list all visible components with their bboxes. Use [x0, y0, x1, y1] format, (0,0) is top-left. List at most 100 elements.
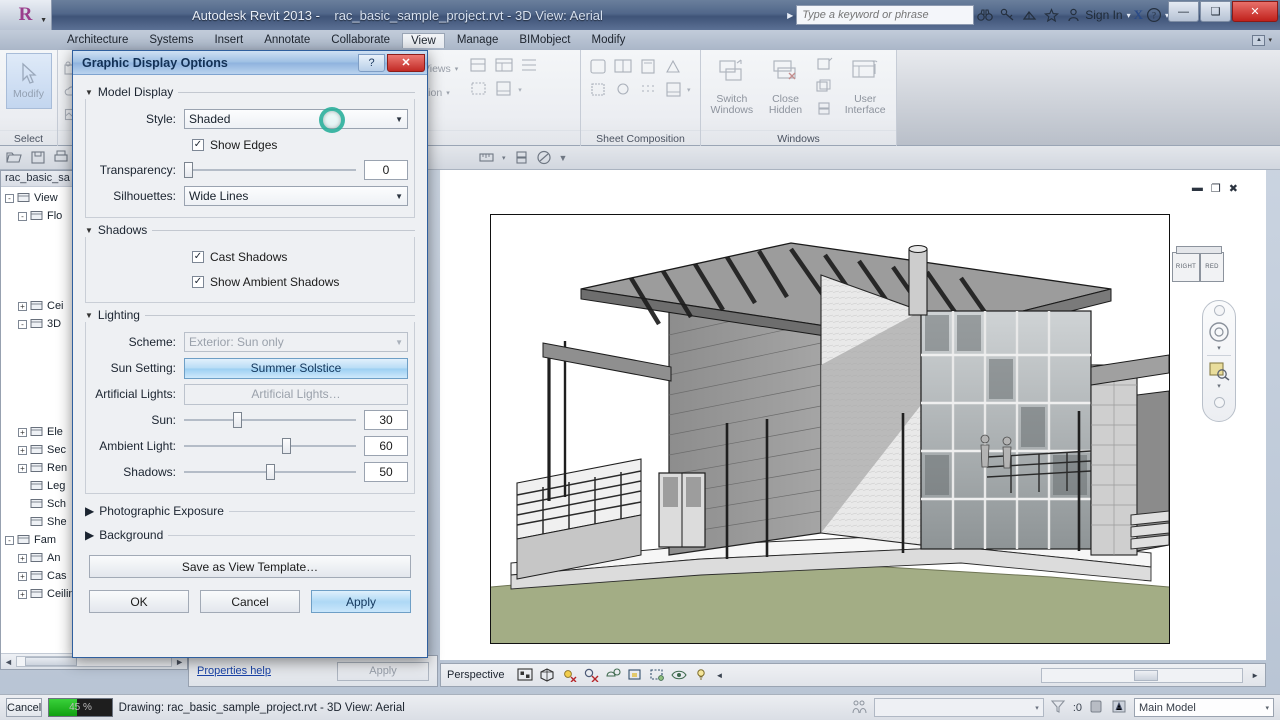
cast-shadows-checkbox[interactable]: ✓: [192, 250, 204, 263]
group-lighting-header[interactable]: ▼ Lighting: [85, 308, 415, 322]
visual-style-icon[interactable]: [539, 667, 556, 684]
silhouettes-chevron-down-icon[interactable]: ▼: [395, 192, 403, 201]
properties-apply-button[interactable]: Apply: [337, 661, 429, 681]
design-option-select[interactable]: Main Model ▾: [1134, 698, 1274, 717]
style-chevron-down-icon[interactable]: ▼: [395, 115, 403, 124]
sun-path-off-icon[interactable]: [561, 667, 578, 684]
filter-icon[interactable]: [1050, 699, 1067, 716]
cascade-windows-icon[interactable]: [814, 79, 836, 99]
sign-in-link[interactable]: Sign In: [1085, 8, 1122, 22]
plan-views-chevron-icon[interactable]: ▾: [455, 65, 459, 73]
sign-in-chevron-icon[interactable]: ▾: [1127, 11, 1131, 20]
ribbon-collapse-chevron-icon[interactable]: ▾: [1268, 36, 1272, 44]
replicate-window-icon[interactable]: [814, 101, 836, 121]
collapse-triangle-icon[interactable]: ▼: [85, 226, 93, 235]
tab-insert[interactable]: Insert: [205, 32, 252, 48]
navbar-top-handle-icon[interactable]: [1213, 305, 1225, 316]
application-menu-button[interactable]: R ▼: [0, 0, 52, 30]
view-cube-face-top[interactable]: [1176, 246, 1222, 254]
minimize-button[interactable]: —: [1168, 1, 1199, 22]
tab-systems[interactable]: Systems: [140, 32, 202, 48]
view-horizontal-scrollbar[interactable]: [1041, 668, 1243, 683]
design-option-chevron-icon[interactable]: ▾: [1265, 704, 1269, 712]
shadows-slider-thumb[interactable]: [265, 464, 275, 480]
artificial-lights-button[interactable]: Artificial Lights…: [184, 383, 408, 405]
legend-view-icon[interactable]: [493, 57, 515, 77]
ambient-shadows-checkbox[interactable]: ✓: [192, 275, 204, 288]
qat-overflow-chevron-icon[interactable]: ▼: [559, 153, 568, 163]
guide-grid-icon[interactable]: [587, 80, 609, 100]
matchline-icon[interactable]: [612, 57, 634, 77]
view-cube-face-right[interactable]: RED: [1200, 252, 1224, 282]
expand-triangle-icon[interactable]: ▶: [85, 504, 94, 518]
cast-shadows-checkbox-row[interactable]: ✓ Cast Shadows: [92, 244, 408, 269]
sheet-more-chevron-icon[interactable]: ▾: [687, 86, 691, 94]
ambient-slider[interactable]: [184, 436, 356, 456]
chevron-down-icon[interactable]: ▼: [40, 17, 47, 24]
apply-button[interactable]: Apply: [311, 590, 411, 613]
3d-view-canvas-area[interactable]: ▬ ❐ ✖ RIGHT RED ▾ ▾: [440, 170, 1266, 660]
tree-expander-icon[interactable]: +: [18, 427, 27, 437]
modify-button[interactable]: Modify: [5, 53, 52, 109]
view-reference-icon[interactable]: [637, 57, 659, 77]
group-model-display-header[interactable]: ▼ Model Display: [85, 85, 415, 99]
dialog-help-button[interactable]: ?: [358, 53, 385, 72]
sun-setting-button[interactable]: Summer Solstice: [184, 357, 408, 379]
temporary-hide-isolate-icon[interactable]: [671, 667, 688, 684]
user-account-icon[interactable]: [1062, 5, 1084, 25]
status-cancel-button[interactable]: Cancel: [6, 698, 43, 717]
collapse-triangle-icon[interactable]: ▼: [85, 311, 93, 320]
tab-manage[interactable]: Manage: [448, 32, 508, 48]
close-button[interactable]: ✕: [1232, 1, 1278, 22]
tree-expander-icon[interactable]: +: [18, 589, 27, 599]
view-control-overflow-icon[interactable]: ◄: [715, 671, 723, 680]
duplicate-view-icon[interactable]: [468, 57, 490, 77]
hide-crop-region-icon[interactable]: [649, 667, 666, 684]
sheet-view-icon[interactable]: [493, 80, 515, 100]
binoculars-icon[interactable]: [974, 5, 996, 25]
collapse-triangle-icon[interactable]: ▼: [85, 88, 93, 97]
view-close-icon[interactable]: ✖: [1229, 182, 1238, 195]
navbar-bottom-handle-icon[interactable]: [1213, 397, 1225, 408]
maximize-button[interactable]: ❑: [1200, 1, 1231, 22]
shadows-slider[interactable]: [184, 462, 356, 482]
zoom-tool-icon[interactable]: [1208, 361, 1230, 381]
qat-print-icon[interactable]: [53, 150, 69, 165]
dialog-close-button[interactable]: ✕: [387, 53, 425, 72]
close-hidden-button[interactable]: Close Hidden: [761, 54, 811, 116]
show-edges-checkbox[interactable]: ✓: [192, 138, 204, 151]
crop-view-icon[interactable]: [627, 667, 644, 684]
qat-no-entry-icon[interactable]: [536, 150, 552, 165]
view-restore-icon[interactable]: ❐: [1211, 182, 1221, 195]
transparency-value-field[interactable]: 0: [364, 160, 408, 180]
tab-view[interactable]: View: [402, 32, 445, 48]
group-background-header[interactable]: ▶ Background: [85, 523, 415, 547]
tree-expander-icon[interactable]: -: [5, 535, 14, 545]
transparency-slider[interactable]: [184, 160, 356, 180]
sun-slider-thumb[interactable]: [232, 412, 242, 428]
shadows-value-field[interactable]: 50: [364, 462, 408, 482]
scheme-dropdown[interactable]: Exterior: Sun only ▼: [184, 332, 408, 352]
show-edges-checkbox-row[interactable]: ✓ Show Edges: [92, 132, 408, 157]
steering-wheel-icon[interactable]: [1208, 321, 1230, 343]
favorites-star-icon[interactable]: [1040, 5, 1062, 25]
communication-center-icon[interactable]: [1018, 5, 1040, 25]
switch-windows-button[interactable]: Switch Windows: [707, 54, 757, 116]
ok-button[interactable]: OK: [89, 590, 189, 613]
transparency-slider-thumb[interactable]: [184, 162, 193, 178]
qat-measure-chevron-icon[interactable]: ▾: [502, 154, 506, 162]
tree-expander-icon[interactable]: +: [18, 463, 27, 473]
tree-expander-icon[interactable]: +: [18, 571, 27, 581]
tab-annotate[interactable]: Annotate: [255, 32, 319, 48]
create-more-chevron-icon[interactable]: ▾: [518, 86, 522, 94]
reveal-hidden-elements-icon[interactable]: [693, 667, 710, 684]
sun-value-field[interactable]: 30: [364, 410, 408, 430]
3d-model-canvas[interactable]: [490, 214, 1170, 644]
ribbon-collapse-icon[interactable]: ▲: [1252, 34, 1266, 46]
sun-slider[interactable]: [184, 410, 356, 430]
shadows-off-icon[interactable]: [583, 667, 600, 684]
chevron-right-icon[interactable]: ▶: [787, 11, 793, 20]
qat-measure-icon[interactable]: [478, 150, 495, 165]
worksharing-icon[interactable]: [851, 699, 868, 716]
group-photographic-exposure-header[interactable]: ▶ Photographic Exposure: [85, 499, 415, 523]
